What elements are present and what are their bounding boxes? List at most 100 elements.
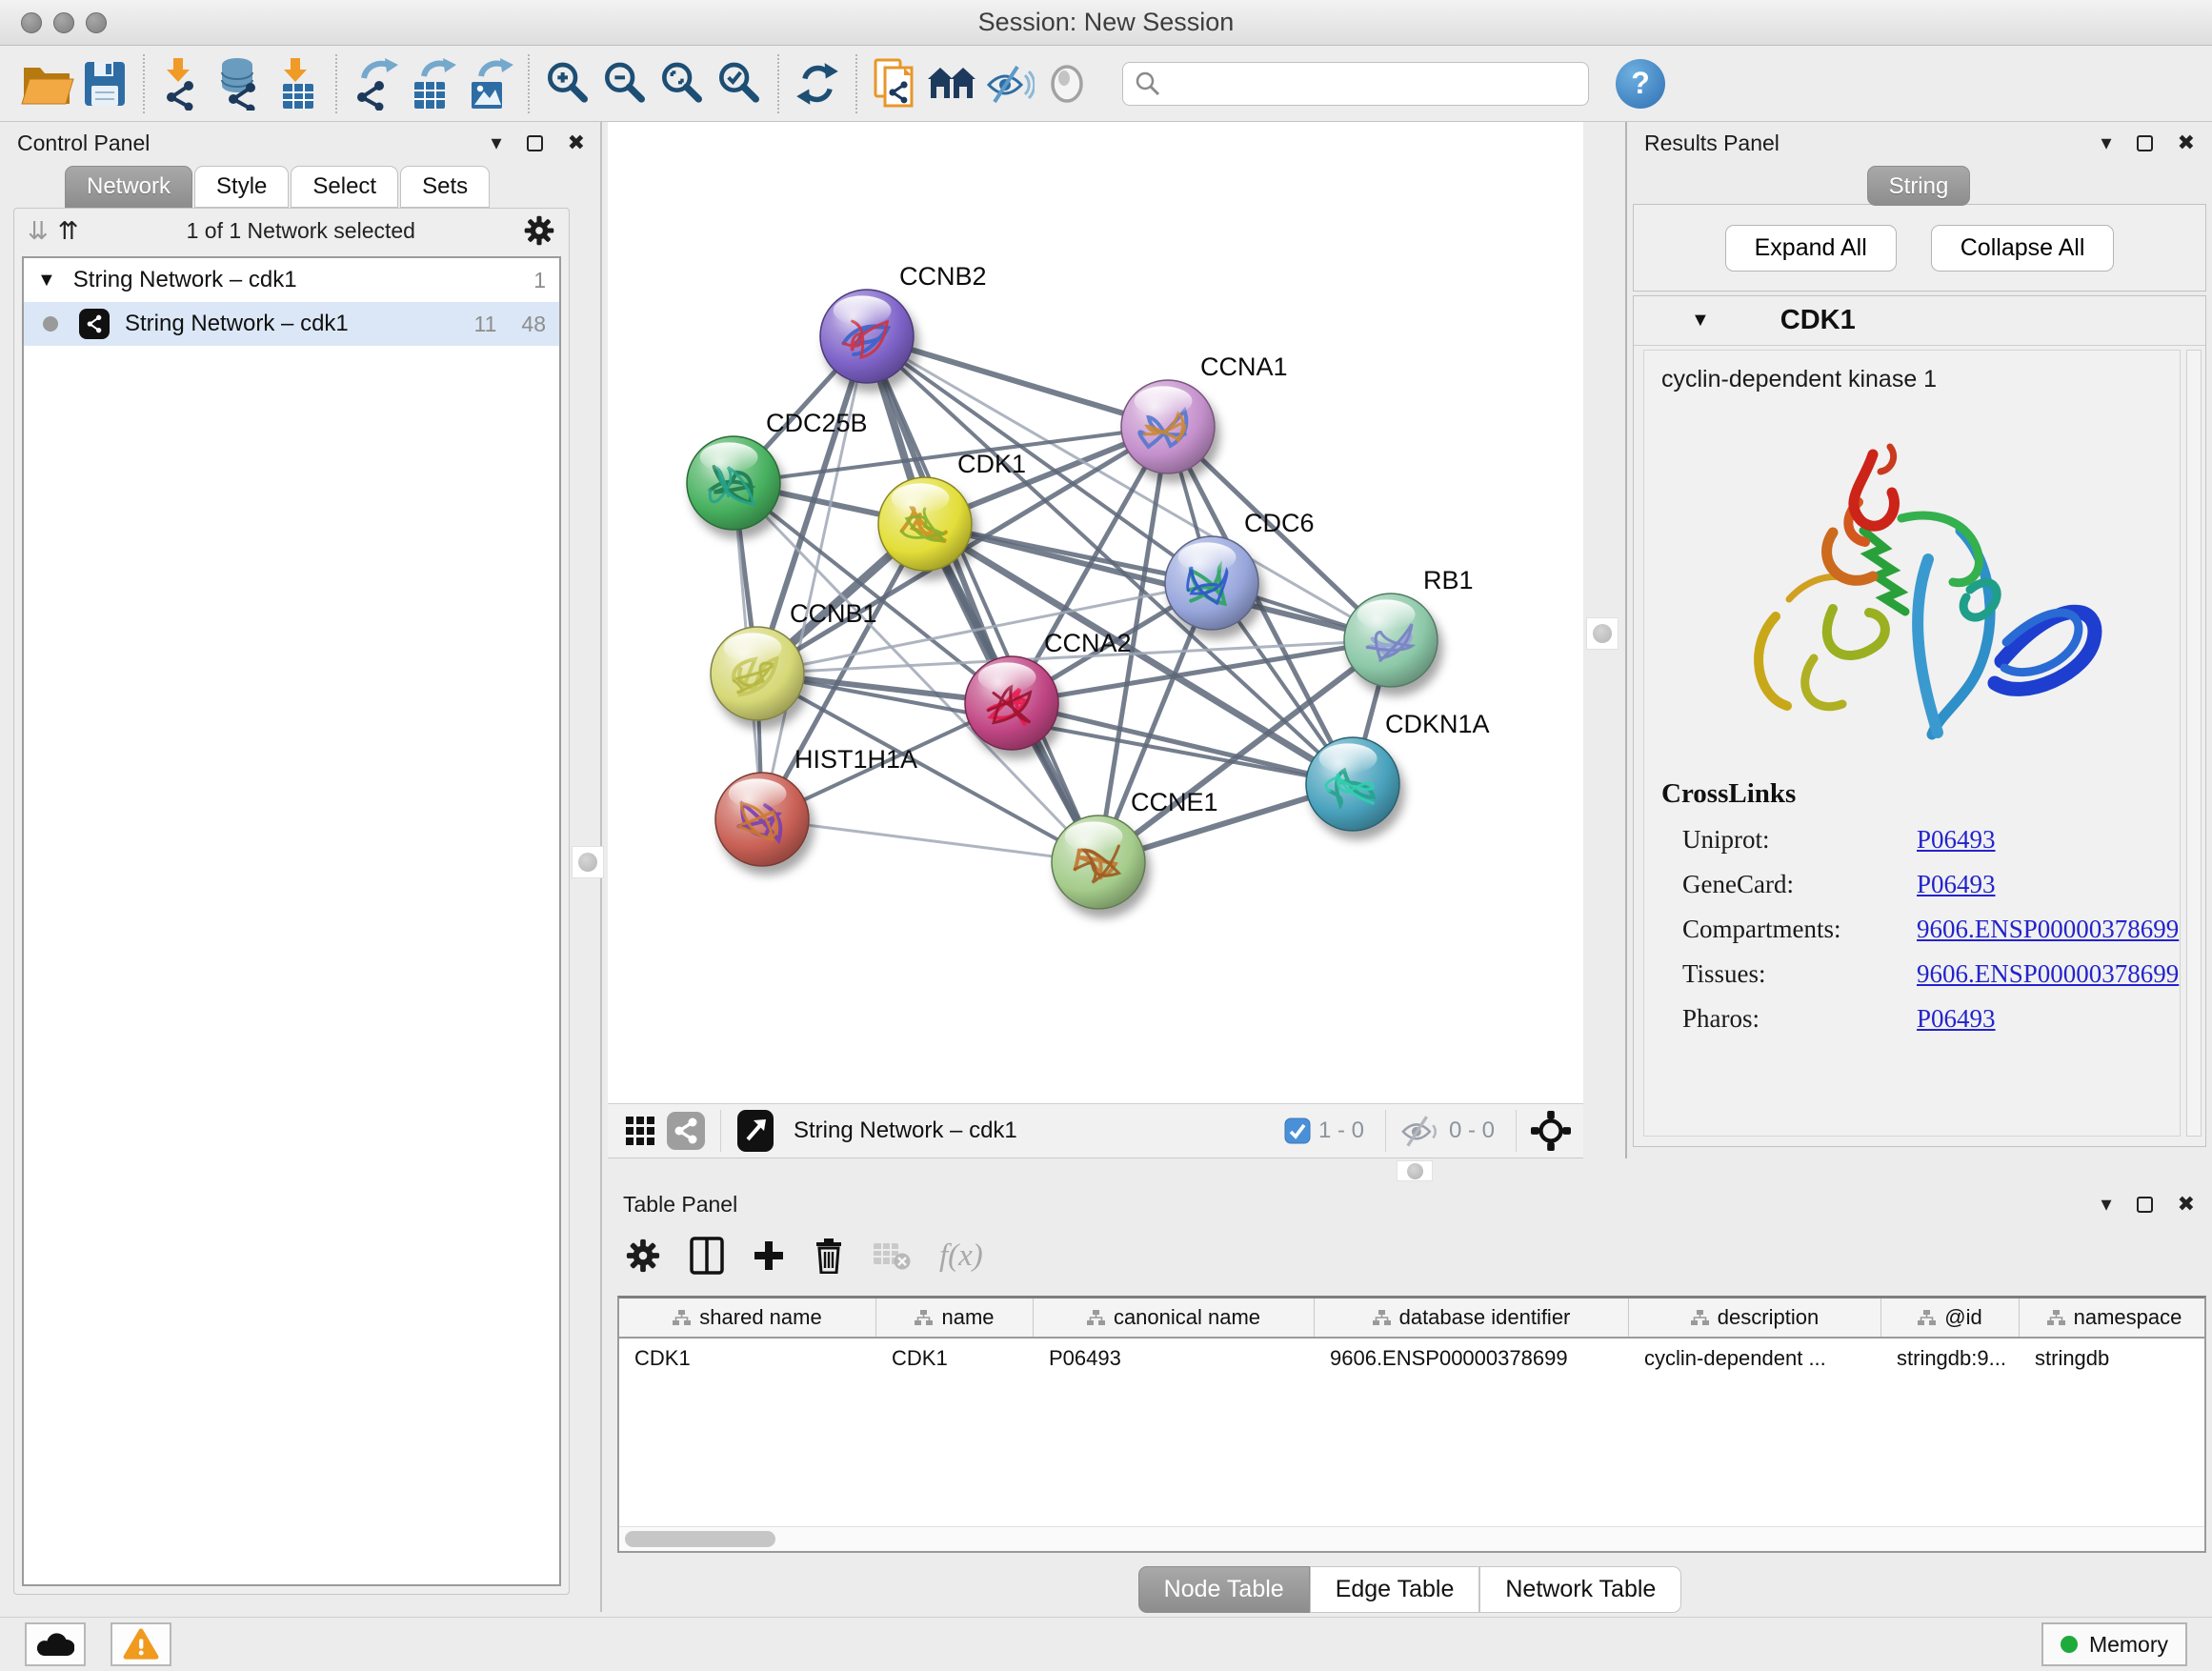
float-panel-icon[interactable] [2137, 135, 2153, 151]
tab-select[interactable]: Select [291, 166, 398, 208]
network-collection-row[interactable]: ▼ String Network – cdk1 1 [24, 258, 559, 302]
network-badge-button[interactable] [663, 1108, 709, 1154]
network-row[interactable]: String Network – cdk1 11 48 [24, 302, 559, 346]
column-header-shared-name[interactable]: shared name [619, 1299, 876, 1337]
import-network-database-button[interactable] [211, 53, 269, 114]
zoom-selected-button[interactable] [711, 53, 768, 114]
network-from-selection-button[interactable] [867, 53, 924, 114]
results-scrollbar[interactable] [2186, 350, 2202, 1137]
collapse-all-button[interactable]: Collapse All [1931, 225, 2115, 272]
grid-view-button[interactable] [617, 1108, 663, 1154]
function-builder-button[interactable]: f(x) [939, 1238, 983, 1274]
selected-checkbox-icon[interactable] [1284, 1117, 1311, 1144]
show-columns-button[interactable] [690, 1237, 724, 1275]
search-input[interactable] [1161, 70, 1561, 97]
collection-expand-icon[interactable]: ▼ [37, 270, 56, 292]
right-splitter-handle[interactable] [1586, 617, 1619, 650]
zoom-in-button[interactable] [539, 53, 596, 114]
crosslink-link[interactable]: P06493 [1917, 825, 1996, 855]
collapse-all-networks-icon[interactable]: ⇊ [28, 218, 49, 243]
tab-string[interactable]: String [1867, 166, 1971, 206]
bottom-splitter-handle[interactable] [1397, 1160, 1433, 1181]
column-header-description[interactable]: description [1629, 1299, 1881, 1337]
network-edge[interactable] [867, 336, 1098, 862]
network-node-ccnb1[interactable] [711, 627, 804, 720]
float-panel-icon[interactable] [527, 135, 543, 151]
enhanced-graphics-toggle-button[interactable] [981, 53, 1038, 114]
column-header-at-id[interactable]: @id [1881, 1299, 2020, 1337]
cloud-status-button[interactable] [25, 1622, 86, 1666]
import-network-file-button[interactable] [154, 53, 211, 114]
string-home-button[interactable] [924, 53, 981, 114]
network-node-cdc6[interactable] [1165, 536, 1258, 630]
birds-eye-view-button[interactable] [1528, 1108, 1574, 1154]
delete-column-button[interactable] [814, 1238, 844, 1274]
network-options-gear-icon[interactable] [523, 214, 555, 247]
zoom-fit-button[interactable] [654, 53, 711, 114]
scrollbar-thumb[interactable] [625, 1531, 775, 1547]
clear-table-button[interactable] [873, 1240, 911, 1271]
export-image-button[interactable] [461, 53, 518, 114]
network-node-ccna1[interactable] [1121, 380, 1215, 473]
network-node-rb1[interactable] [1344, 594, 1438, 687]
network-node-ccne1[interactable] [1052, 815, 1145, 909]
table-cell[interactable]: CDK1 [876, 1339, 1034, 1379]
network-node-cdk1[interactable] [878, 477, 972, 571]
column-header-name[interactable]: name [876, 1299, 1034, 1337]
network-node-ccnb2[interactable] [820, 290, 914, 383]
tab-edge-table[interactable]: Edge Table [1310, 1566, 1480, 1613]
network-node-cdkn1a[interactable] [1306, 737, 1399, 831]
table-options-button[interactable] [625, 1238, 661, 1274]
tab-sets[interactable]: Sets [400, 166, 490, 208]
tab-style[interactable]: Style [194, 166, 289, 208]
crosslink-link[interactable]: 9606.ENSP00000378699 [1917, 959, 2179, 989]
tab-network[interactable]: Network [65, 166, 192, 208]
create-column-button[interactable] [753, 1239, 785, 1272]
network-edge[interactable] [1012, 703, 1353, 784]
close-panel-icon[interactable]: ✖ [2178, 1194, 2195, 1215]
panel-menu-icon[interactable]: ▾ [2101, 132, 2112, 153]
tab-network-table[interactable]: Network Table [1479, 1566, 1681, 1613]
expand-all-networks-icon[interactable]: ⇈ [58, 218, 79, 243]
table-cell[interactable]: 9606.ENSP00000378699 [1315, 1339, 1629, 1379]
close-panel-icon[interactable]: ✖ [568, 132, 585, 153]
table-cell[interactable]: cyclin-dependent ... [1629, 1339, 1881, 1379]
help-button[interactable]: ? [1616, 59, 1665, 109]
network-edge[interactable] [762, 819, 1098, 862]
open-in-window-button[interactable] [733, 1108, 778, 1154]
export-table-button[interactable] [404, 53, 461, 114]
table-cell[interactable]: P06493 [1034, 1339, 1315, 1379]
panel-menu-icon[interactable]: ▾ [492, 132, 502, 153]
export-network-button[interactable] [347, 53, 404, 114]
show-graphics-details-button[interactable] [1038, 53, 1096, 114]
memory-button[interactable]: Memory [2041, 1622, 2187, 1666]
warnings-button[interactable] [111, 1622, 171, 1666]
section-expand-icon[interactable]: ▼ [1691, 310, 1710, 332]
expand-all-button[interactable]: Expand All [1725, 225, 1897, 272]
panel-menu-icon[interactable]: ▾ [2101, 1194, 2112, 1215]
network-node-ccna2[interactable] [965, 656, 1058, 750]
open-file-button[interactable] [19, 53, 76, 114]
table-cell[interactable]: CDK1 [619, 1339, 876, 1379]
zoom-out-button[interactable] [596, 53, 654, 114]
column-header-database-identifier[interactable]: database identifier [1315, 1299, 1629, 1337]
apply-layout-button[interactable] [789, 53, 846, 114]
bottom-splitter[interactable] [608, 1158, 2212, 1183]
column-header-namespace[interactable]: namespace [2020, 1299, 2206, 1337]
gene-section-header[interactable]: ▼ CDK1 [1634, 296, 2205, 346]
left-splitter-handle[interactable] [572, 846, 604, 878]
table-cell[interactable]: stringdb:9... [1881, 1339, 2020, 1379]
network-canvas[interactable]: CCNB2CCNA1CDC25BCDK1CDC6RB1CCNB1CCNA2CDK… [608, 122, 1583, 1103]
tab-node-table[interactable]: Node Table [1138, 1566, 1310, 1613]
crosslink-link[interactable]: 9606.ENSP00000378699 [1917, 915, 2179, 944]
float-panel-icon[interactable] [2137, 1197, 2153, 1213]
crosslink-link[interactable]: P06493 [1917, 1004, 1996, 1034]
table-horizontal-scrollbar[interactable] [619, 1526, 2204, 1551]
table-cell[interactable]: stringdb [2020, 1339, 2206, 1379]
import-table-button[interactable] [269, 53, 326, 114]
network-node-cdc25b[interactable] [687, 436, 780, 530]
crosslink-link[interactable]: P06493 [1917, 870, 1996, 899]
network-node-hist1h1a[interactable] [715, 773, 809, 866]
column-header-canonical-name[interactable]: canonical name [1034, 1299, 1315, 1337]
close-panel-icon[interactable]: ✖ [2178, 132, 2195, 153]
